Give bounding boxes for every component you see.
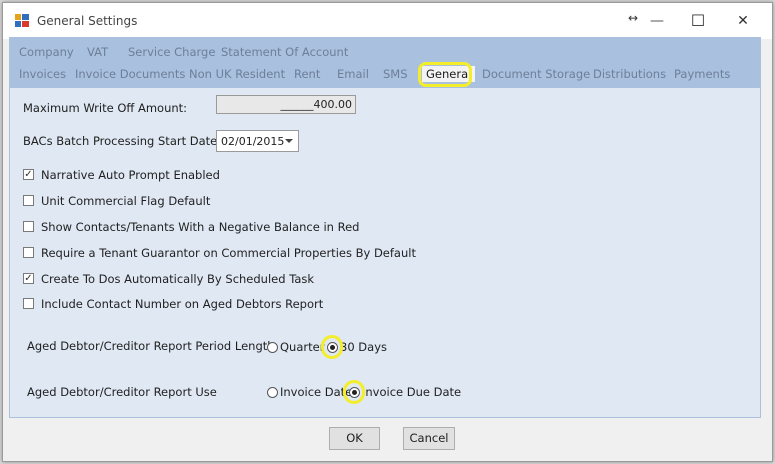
checkbox-label: Narrative Auto Prompt Enabled [41, 168, 220, 182]
checkbox-tenant-guarantor[interactable] [23, 247, 34, 258]
ok-button[interactable]: OK [329, 427, 380, 450]
checkbox-label: Require a Tenant Guarantor on Commercial… [41, 246, 416, 260]
bacs-start-date-value: 02/01/2015 [221, 135, 285, 148]
title-bar: General Settings ↔ — ☐ ✕ [3, 3, 772, 39]
radio-highlight-marker [343, 380, 365, 404]
tab-sms[interactable]: SMS [383, 67, 408, 81]
close-icon[interactable]: ✕ [721, 3, 765, 39]
bacs-start-date-picker[interactable]: 02/01/2015 [216, 130, 299, 152]
radio-quarter-label[interactable]: Quarter [280, 340, 324, 354]
report-use-label: Aged Debtor/Creditor Report Use [27, 385, 217, 399]
chevron-down-icon[interactable] [285, 139, 293, 143]
tab-document-storage[interactable]: Document Storage [482, 67, 590, 81]
tab-email[interactable]: Email [337, 67, 369, 81]
checkbox-unit-commercial-flag[interactable] [23, 195, 34, 206]
tab-company[interactable]: Company [19, 45, 74, 59]
max-write-off-input[interactable]: ______400.00 [216, 95, 356, 114]
app-icon [15, 14, 29, 27]
checkbox-create-todos[interactable]: ✓ [23, 273, 34, 284]
tab-rent[interactable]: Rent [294, 67, 320, 81]
checkbox-label: Include Contact Number on Aged Debtors R… [41, 297, 324, 311]
tab-non-uk-resident[interactable]: Non UK Resident [189, 67, 285, 81]
period-length-label: Aged Debtor/Creditor Report Period Lengt… [27, 339, 275, 353]
checkbox-label: Unit Commercial Flag Default [41, 194, 211, 208]
tab-highlight-marker [418, 62, 472, 87]
tab-invoice-documents[interactable]: Invoice Documents [75, 67, 185, 81]
radio-invoice-date[interactable] [267, 387, 278, 398]
radio-30-days-label[interactable]: 30 Days [340, 340, 387, 354]
checkbox-include-contact-number[interactable] [23, 298, 34, 309]
tab-invoices[interactable]: Invoices [19, 67, 66, 81]
tab-strip: Company VAT Service Charge Statement Of … [9, 37, 761, 87]
radio-highlight-marker [321, 335, 343, 359]
tab-distributions[interactable]: Distributions [593, 67, 666, 81]
radio-invoice-date-label[interactable]: Invoice Date [280, 385, 352, 399]
checkbox-narrative-auto-prompt[interactable]: ✓ [23, 169, 34, 180]
tab-statement-of-account[interactable]: Statement Of Account [221, 45, 348, 59]
tab-payments[interactable]: Payments [674, 67, 730, 81]
radio-quarter[interactable] [267, 342, 278, 353]
checkbox-label: Create To Dos Automatically By Scheduled… [41, 272, 315, 286]
window-title: General Settings [37, 14, 138, 28]
bacs-start-date-label: BACs Batch Processing Start Date: [23, 134, 222, 148]
checkbox-negative-balance-red[interactable] [23, 221, 34, 232]
max-write-off-label: Maximum Write Off Amount: [23, 101, 188, 115]
radio-invoice-due-date-label[interactable]: Invoice Due Date [362, 385, 461, 399]
minimize-icon[interactable]: — [635, 3, 679, 39]
checkbox-label: Show Contacts/Tenants With a Negative Ba… [41, 220, 360, 234]
cancel-button[interactable]: Cancel [403, 427, 455, 450]
maximize-icon[interactable]: ☐ [676, 3, 720, 39]
tab-service-charge[interactable]: Service Charge [128, 45, 215, 59]
tab-vat[interactable]: VAT [87, 45, 108, 59]
